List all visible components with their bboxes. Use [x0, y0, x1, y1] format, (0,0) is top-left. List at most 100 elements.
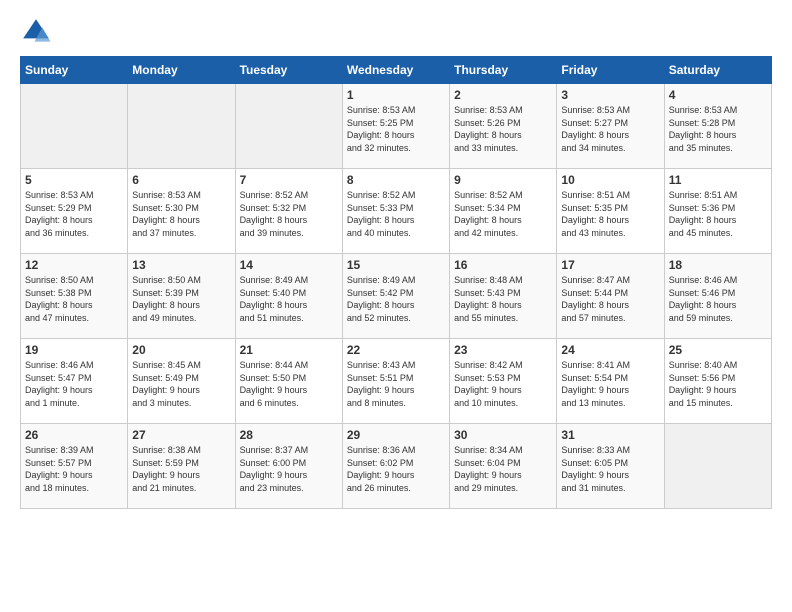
day-info: Sunrise: 8:53 AM Sunset: 5:27 PM Dayligh…	[561, 104, 659, 154]
day-info: Sunrise: 8:53 AM Sunset: 5:29 PM Dayligh…	[25, 189, 123, 239]
calendar-cell: 17 Sunrise: 8:47 AM Sunset: 5:44 PM Dayli…	[557, 254, 664, 339]
day-info: Sunrise: 8:50 AM Sunset: 5:38 PM Dayligh…	[25, 274, 123, 324]
calendar-cell	[664, 424, 771, 509]
calendar-cell: 21 Sunrise: 8:44 AM Sunset: 5:50 PM Dayli…	[235, 339, 342, 424]
day-number: 31	[561, 428, 659, 442]
calendar-week-row: 26 Sunrise: 8:39 AM Sunset: 5:57 PM Dayli…	[21, 424, 772, 509]
day-number: 11	[669, 173, 767, 187]
day-info: Sunrise: 8:34 AM Sunset: 6:04 PM Dayligh…	[454, 444, 552, 494]
day-info: Sunrise: 8:53 AM Sunset: 5:30 PM Dayligh…	[132, 189, 230, 239]
calendar-cell: 15Sunrise: 8:49 AM Sunset: 5:42 PM Dayli…	[342, 254, 449, 339]
weekday-header-saturday: Saturday	[664, 57, 771, 84]
calendar-cell: 6 Sunrise: 8:53 AM Sunset: 5:30 PM Daylig…	[128, 169, 235, 254]
day-info: Sunrise: 8:53 AM Sunset: 5:26 PM Dayligh…	[454, 104, 552, 154]
day-info: Sunrise: 8:42 AM Sunset: 5:53 PM Dayligh…	[454, 359, 552, 409]
day-number: 6	[132, 173, 230, 187]
day-number: 30	[454, 428, 552, 442]
day-number: 3	[561, 88, 659, 102]
weekday-header-thursday: Thursday	[450, 57, 557, 84]
calendar-cell: 12 Sunrise: 8:50 AM Sunset: 5:38 PM Dayli…	[21, 254, 128, 339]
logo-icon	[20, 16, 52, 48]
day-info: Sunrise: 8:46 AM Sunset: 5:46 PM Dayligh…	[669, 274, 767, 324]
calendar-cell	[128, 84, 235, 169]
day-number: 1	[347, 88, 445, 102]
calendar-cell: 22 Sunrise: 8:43 AM Sunset: 5:51 PM Dayli…	[342, 339, 449, 424]
calendar-cell: 9 Sunrise: 8:52 AM Sunset: 5:34 PM Daylig…	[450, 169, 557, 254]
calendar-cell: 29 Sunrise: 8:36 AM Sunset: 6:02 PM Dayli…	[342, 424, 449, 509]
day-info: Sunrise: 8:52 AM Sunset: 5:34 PM Dayligh…	[454, 189, 552, 239]
day-info: Sunrise: 8:36 AM Sunset: 6:02 PM Dayligh…	[347, 444, 445, 494]
day-number: 8	[347, 173, 445, 187]
day-number: 22	[347, 343, 445, 357]
calendar-cell: 2 Sunrise: 8:53 AM Sunset: 5:26 PM Daylig…	[450, 84, 557, 169]
calendar-week-row: 1 Sunrise: 8:53 AM Sunset: 5:25 PM Daylig…	[21, 84, 772, 169]
day-info: Sunrise: 8:45 AM Sunset: 5:49 PM Dayligh…	[132, 359, 230, 409]
day-info: Sunrise: 8:52 AM Sunset: 5:32 PM Dayligh…	[240, 189, 338, 239]
day-number: 7	[240, 173, 338, 187]
calendar-cell: 28 Sunrise: 8:37 AM Sunset: 6:00 PM Dayli…	[235, 424, 342, 509]
calendar-cell: 31 Sunrise: 8:33 AM Sunset: 6:05 PM Dayli…	[557, 424, 664, 509]
day-number: 18	[669, 258, 767, 272]
calendar-cell: 24 Sunrise: 8:41 AM Sunset: 5:54 PM Dayli…	[557, 339, 664, 424]
day-info: Sunrise: 8:48 AM Sunset: 5:43 PM Dayligh…	[454, 274, 552, 324]
calendar-cell	[235, 84, 342, 169]
day-info: Sunrise: 8:50 AM Sunset: 5:39 PM Dayligh…	[132, 274, 230, 324]
day-number: 5	[25, 173, 123, 187]
day-info: Sunrise: 8:46 AM Sunset: 5:47 PM Dayligh…	[25, 359, 123, 409]
day-number: 12	[25, 258, 123, 272]
day-info: Sunrise: 8:53 AM Sunset: 5:25 PM Dayligh…	[347, 104, 445, 154]
day-number: 17	[561, 258, 659, 272]
day-number: 21	[240, 343, 338, 357]
page: SundayMondayTuesdayWednesdayThursdayFrid…	[0, 0, 792, 525]
day-number: 9	[454, 173, 552, 187]
calendar-cell: 1 Sunrise: 8:53 AM Sunset: 5:25 PM Daylig…	[342, 84, 449, 169]
day-number: 4	[669, 88, 767, 102]
weekday-header-sunday: Sunday	[21, 57, 128, 84]
calendar-cell: 30 Sunrise: 8:34 AM Sunset: 6:04 PM Dayli…	[450, 424, 557, 509]
day-info: Sunrise: 8:53 AM Sunset: 5:28 PM Dayligh…	[669, 104, 767, 154]
day-info: Sunrise: 8:44 AM Sunset: 5:50 PM Dayligh…	[240, 359, 338, 409]
calendar-cell: 14Sunrise: 8:49 AM Sunset: 5:40 PM Dayli…	[235, 254, 342, 339]
day-number: 25	[669, 343, 767, 357]
calendar-cell: 16 Sunrise: 8:48 AM Sunset: 5:43 PM Dayli…	[450, 254, 557, 339]
calendar-cell: 19 Sunrise: 8:46 AM Sunset: 5:47 PM Dayli…	[21, 339, 128, 424]
day-info: Sunrise: 8:41 AM Sunset: 5:54 PM Dayligh…	[561, 359, 659, 409]
calendar-week-row: 19 Sunrise: 8:46 AM Sunset: 5:47 PM Dayli…	[21, 339, 772, 424]
day-info: Sunrise: 8:47 AM Sunset: 5:44 PM Dayligh…	[561, 274, 659, 324]
day-info: Sunrise: 8:37 AM Sunset: 6:00 PM Dayligh…	[240, 444, 338, 494]
calendar-cell: 25Sunrise: 8:40 AM Sunset: 5:56 PM Dayli…	[664, 339, 771, 424]
day-number: 15	[347, 258, 445, 272]
day-info: Sunrise: 8:38 AM Sunset: 5:59 PM Dayligh…	[132, 444, 230, 494]
weekday-header-friday: Friday	[557, 57, 664, 84]
day-number: 20	[132, 343, 230, 357]
day-number: 19	[25, 343, 123, 357]
calendar-week-row: 5 Sunrise: 8:53 AM Sunset: 5:29 PM Daylig…	[21, 169, 772, 254]
day-number: 24	[561, 343, 659, 357]
header	[20, 16, 772, 48]
day-number: 16	[454, 258, 552, 272]
weekday-header-row: SundayMondayTuesdayWednesdayThursdayFrid…	[21, 57, 772, 84]
day-number: 2	[454, 88, 552, 102]
calendar-cell: 8Sunrise: 8:52 AM Sunset: 5:33 PM Daylig…	[342, 169, 449, 254]
day-number: 23	[454, 343, 552, 357]
calendar-cell: 10Sunrise: 8:51 AM Sunset: 5:35 PM Dayli…	[557, 169, 664, 254]
calendar-cell: 3 Sunrise: 8:53 AM Sunset: 5:27 PM Daylig…	[557, 84, 664, 169]
day-number: 26	[25, 428, 123, 442]
day-info: Sunrise: 8:51 AM Sunset: 5:35 PM Dayligh…	[561, 189, 659, 239]
calendar: SundayMondayTuesdayWednesdayThursdayFrid…	[20, 56, 772, 509]
logo	[20, 16, 54, 48]
weekday-header-monday: Monday	[128, 57, 235, 84]
day-number: 13	[132, 258, 230, 272]
day-info: Sunrise: 8:49 AM Sunset: 5:40 PM Dayligh…	[240, 274, 338, 324]
calendar-cell: 11Sunrise: 8:51 AM Sunset: 5:36 PM Dayli…	[664, 169, 771, 254]
day-number: 27	[132, 428, 230, 442]
calendar-cell: 5 Sunrise: 8:53 AM Sunset: 5:29 PM Daylig…	[21, 169, 128, 254]
day-info: Sunrise: 8:39 AM Sunset: 5:57 PM Dayligh…	[25, 444, 123, 494]
day-number: 29	[347, 428, 445, 442]
day-number: 28	[240, 428, 338, 442]
day-info: Sunrise: 8:33 AM Sunset: 6:05 PM Dayligh…	[561, 444, 659, 494]
weekday-header-tuesday: Tuesday	[235, 57, 342, 84]
calendar-week-row: 12 Sunrise: 8:50 AM Sunset: 5:38 PM Dayli…	[21, 254, 772, 339]
day-info: Sunrise: 8:43 AM Sunset: 5:51 PM Dayligh…	[347, 359, 445, 409]
calendar-cell	[21, 84, 128, 169]
